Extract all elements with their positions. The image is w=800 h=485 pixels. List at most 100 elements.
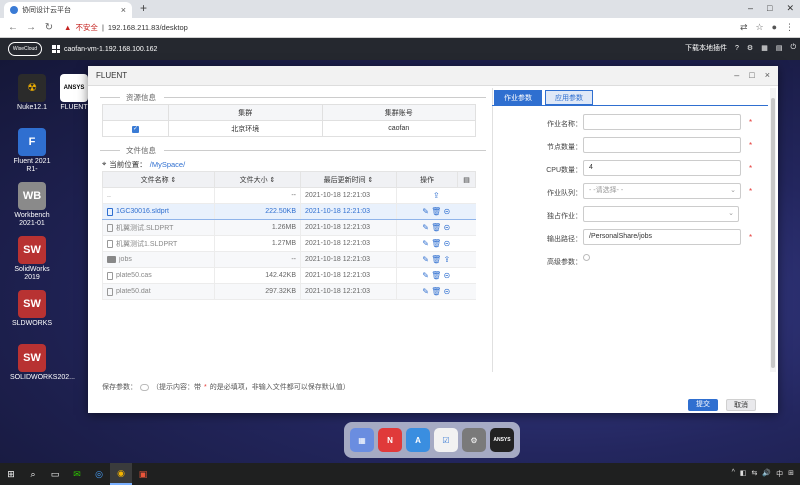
file-icon[interactable]: ▤ bbox=[776, 44, 783, 52]
tab-job-params[interactable]: 作业参数 bbox=[494, 90, 542, 105]
desktop-icon-fluent-2021[interactable]: F Fluent 2021 R1- bbox=[10, 128, 54, 174]
table-row[interactable]: plate50.cas 142.42KB 2021-10-18 12:21:03… bbox=[102, 267, 476, 284]
save-params-toggle[interactable] bbox=[140, 383, 149, 391]
calendar-icon[interactable]: ▦ bbox=[761, 44, 768, 52]
news-icon[interactable]: N bbox=[378, 428, 402, 452]
cpu-count-row: CPU数量： 4 * bbox=[492, 160, 772, 183]
maximize-icon[interactable]: □ bbox=[749, 70, 754, 80]
resource-table: 集群 集群账号 ✓ 北京环境 caofan bbox=[102, 104, 476, 137]
tray-app-icon[interactable]: ◧ bbox=[740, 469, 747, 479]
output-path-input[interactable]: /PersonalShare/jobs bbox=[583, 229, 741, 245]
advanced-toggle[interactable] bbox=[583, 254, 590, 261]
close-icon[interactable]: × bbox=[765, 70, 770, 80]
table-row[interactable]: 1GC30016.sldprt 222.50KB 2021-10-18 12:2… bbox=[102, 203, 476, 220]
file-icon bbox=[107, 271, 113, 280]
wechat-icon[interactable]: ✉ bbox=[66, 463, 88, 485]
power-icon[interactable]: ⏻ bbox=[790, 44, 796, 52]
url-field[interactable]: ▲ 不安全 | 192.168.211.83/desktop bbox=[64, 22, 188, 33]
volume-icon[interactable]: 🔊 bbox=[762, 469, 771, 479]
task-view-icon[interactable]: ▭ bbox=[44, 463, 66, 485]
forward-icon[interactable]: → bbox=[26, 22, 36, 33]
table-row[interactable]: jobs -- 2021-10-18 12:21:03 ✎ 🗑 ⇪ bbox=[102, 251, 476, 268]
close-tab-icon[interactable]: × bbox=[121, 5, 126, 15]
upload-icon[interactable]: ⇪ bbox=[401, 191, 472, 200]
table-row[interactable]: plate50.dat 297.32KB 2021-10-18 12:21:03… bbox=[102, 283, 476, 300]
help-icon[interactable]: ? bbox=[735, 45, 739, 52]
tab-app-params[interactable]: 应用参数 bbox=[545, 90, 593, 105]
solidworks-icon: SW bbox=[18, 290, 46, 318]
table-row[interactable]: 机翼测试1.SLDPRT 1.27MB 2021-10-18 12:21:03 … bbox=[102, 235, 476, 252]
node-count-row: 节点数量： * bbox=[492, 137, 772, 160]
new-tab-button[interactable]: + bbox=[140, 1, 147, 15]
reload-icon[interactable]: ↻ bbox=[44, 22, 54, 33]
ime-icon[interactable]: 中 bbox=[776, 469, 783, 479]
row-actions[interactable]: ✎ 🗑 ⊝ bbox=[401, 271, 472, 280]
row-actions[interactable]: ✎ 🗑 ⊝ bbox=[401, 223, 472, 232]
dialog-scrollbar[interactable] bbox=[770, 88, 776, 372]
reminders-icon[interactable]: ☑ bbox=[434, 428, 458, 452]
right-panel: 作业参数 应用参数 作业名称： * 节点数量： * CPU数量： 4 * 作业队… bbox=[492, 90, 772, 372]
app-icon[interactable]: ◎ bbox=[88, 463, 110, 485]
location-path-link[interactable]: /MySpace/ bbox=[150, 160, 185, 169]
desktop-icon-sldworks[interactable]: SW SLDWORKS bbox=[10, 290, 54, 328]
exclusive-select[interactable]: ⌄ bbox=[583, 206, 739, 222]
tray-expand-icon[interactable]: ^ bbox=[732, 469, 735, 479]
queue-select[interactable]: - -请选择- - ⌄ bbox=[583, 183, 741, 199]
desktop-icon-label: SOLIDWORKS202... bbox=[10, 374, 75, 381]
notification-icon[interactable]: ⊞ bbox=[788, 469, 794, 479]
network-icon[interactable]: ⇆ bbox=[752, 469, 758, 479]
current-location: ⌖ 当前位置： /MySpace/ bbox=[102, 159, 186, 169]
remote-actions: 下载本地插件 ? ⚙ ▦ ▤ ⏻ bbox=[685, 43, 796, 53]
chrome-icon[interactable]: ◉ bbox=[110, 463, 132, 485]
submit-button[interactable]: 提交 bbox=[688, 399, 718, 411]
workbench-icon: WB bbox=[18, 182, 46, 210]
node-count-input[interactable] bbox=[583, 137, 741, 153]
cpu-count-input[interactable]: 4 bbox=[583, 160, 741, 176]
resource-header: 集群账号 bbox=[321, 104, 476, 121]
job-name-input[interactable] bbox=[583, 114, 741, 130]
search-icon[interactable]: ⌕ bbox=[22, 463, 44, 485]
minimize-icon[interactable]: – bbox=[734, 70, 739, 80]
star-icon[interactable]: ☆ bbox=[755, 22, 763, 33]
table-row[interactable]: 机翼测试.SLDPRT 1.26MB 2021-10-18 12:21:03 ✎… bbox=[102, 219, 476, 236]
cancel-button[interactable]: 取消 bbox=[726, 399, 756, 411]
taskbar: ⊞ ⌕ ▭ ✉ ◎ ◉ ▣ ^ ◧ ⇆ 🔊 中 ⊞ bbox=[0, 463, 800, 485]
column-header-name[interactable]: 文件名称 ⇕ bbox=[102, 171, 215, 188]
desktop-icon-solidworks-202x[interactable]: SW SOLIDWORKS202... bbox=[10, 344, 75, 382]
cluster-account: caofan bbox=[321, 120, 476, 137]
profile-icon[interactable]: ● bbox=[772, 22, 777, 33]
app-store-icon[interactable]: A bbox=[406, 428, 430, 452]
row-actions[interactable]: ✎ 🗑 ⊝ bbox=[401, 207, 472, 216]
column-header-size[interactable]: 文件大小 ⇕ bbox=[214, 171, 301, 188]
desktop-icon-nuke[interactable]: ☢ Nuke12.1 bbox=[10, 74, 54, 112]
minimize-icon[interactable]: – bbox=[748, 3, 753, 14]
start-icon[interactable]: ⊞ bbox=[0, 463, 22, 485]
menu-icon[interactable]: ⋮ bbox=[785, 22, 794, 33]
maximize-icon[interactable]: □ bbox=[767, 3, 772, 14]
translate-icon[interactable]: ⇄ bbox=[740, 22, 748, 33]
table-row[interactable]: .. -- 2021-10-18 12:21:03 ⇪ bbox=[102, 187, 476, 204]
ansys-icon[interactable]: ANSYS bbox=[490, 428, 514, 452]
desktop-icon-workbench[interactable]: WB Workbench 2021-01 bbox=[10, 182, 54, 228]
close-window-icon[interactable]: ✕ bbox=[786, 3, 794, 14]
row-actions[interactable]: ✎ 🗑 ⊝ bbox=[401, 287, 472, 296]
row-actions[interactable]: ✎ 🗑 ⇪ bbox=[401, 255, 472, 264]
param-tabs: 作业参数 应用参数 bbox=[494, 90, 772, 105]
resource-section-heading: 资源信息 bbox=[94, 90, 486, 104]
dialog-title: FLUENT bbox=[88, 66, 778, 86]
user-settings-icon[interactable]: ⚙ bbox=[747, 44, 753, 52]
app2-icon[interactable]: ▣ bbox=[132, 463, 154, 485]
download-plugin-link[interactable]: 下载本地插件 bbox=[685, 43, 727, 53]
back-icon[interactable]: ← bbox=[8, 22, 18, 33]
column-settings-icon[interactable]: ▤ bbox=[457, 171, 476, 188]
browser-tab[interactable]: 协同设计云平台 × bbox=[4, 2, 132, 18]
column-header-time[interactable]: 最后更新时间 ⇕ bbox=[300, 171, 397, 188]
row-actions[interactable]: ✎ 🗑 ⊝ bbox=[401, 239, 472, 248]
output-path-row: 输出路径： /PersonalShare/jobs * bbox=[492, 229, 772, 252]
folder-icon bbox=[107, 256, 116, 263]
desktop-icon-solidworks-2019[interactable]: SW SolidWorks 2019 bbox=[10, 236, 54, 282]
settings-icon[interactable]: ⚙ bbox=[462, 428, 486, 452]
cluster-checkbox[interactable]: ✓ bbox=[132, 125, 139, 133]
launchpad-icon[interactable]: ▦ bbox=[350, 428, 374, 452]
file-size: -- bbox=[214, 251, 301, 268]
